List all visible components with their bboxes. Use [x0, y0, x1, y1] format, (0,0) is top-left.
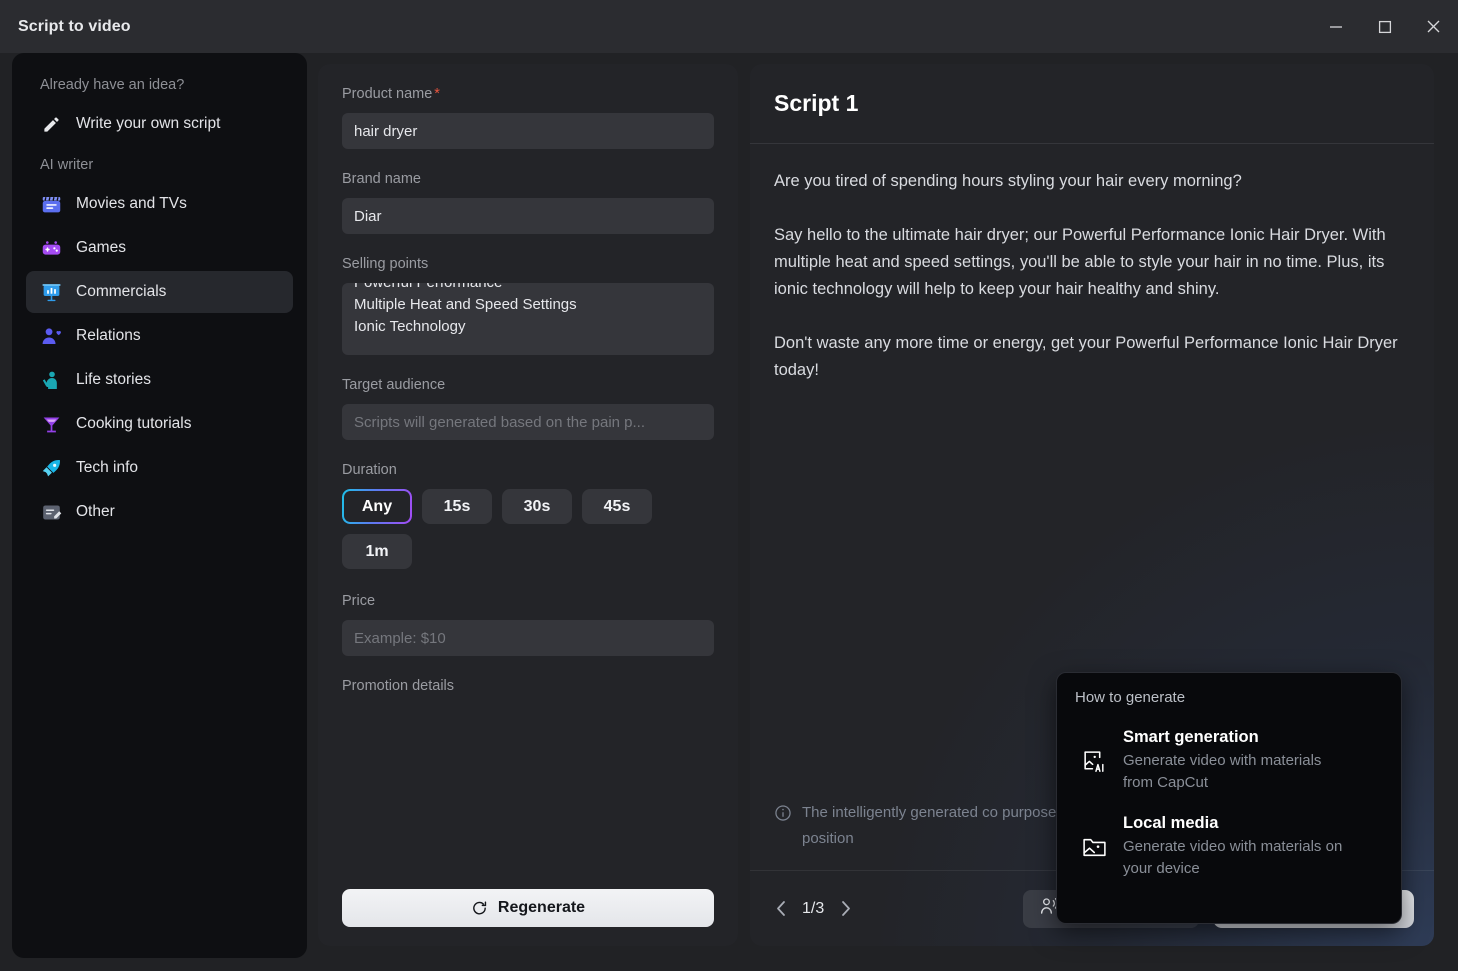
duration-label: Duration — [342, 462, 714, 478]
duration-option-1m[interactable]: 1m — [342, 534, 412, 569]
selling-point-line: Powerful Performance — [354, 283, 702, 294]
duration-options: Any 15s 30s 45s 1m — [342, 489, 714, 569]
sidebar-item-label: Cooking tutorials — [76, 415, 191, 433]
howto-option-text: Smart generation Generate video with mat… — [1123, 728, 1355, 794]
product-name-label-text: Product name — [342, 86, 432, 102]
selling-point-line: Multiple Heat and Speed Settings — [354, 294, 702, 316]
sidebar-item-label: Commercials — [76, 283, 166, 301]
sidebar-item-label: Life stories — [76, 371, 151, 389]
price-label: Price — [342, 593, 714, 609]
product-name-input[interactable]: hair dryer — [342, 113, 714, 149]
script-paragraph: Say hello to the ultimate hair dryer; ou… — [774, 222, 1410, 303]
script-paragraph: Are you tired of spending hours styling … — [774, 168, 1410, 195]
script-paragraph: Don't waste any more time or energy, get… — [774, 330, 1410, 384]
sidebar-item-games[interactable]: Games — [26, 227, 293, 269]
window-title: Script to video — [18, 18, 131, 36]
target-audience-input[interactable]: Scripts will generated based on the pain… — [342, 404, 714, 440]
sidebar-item-cooking-tutorials[interactable]: Cooking tutorials — [26, 403, 293, 445]
sidebar-item-write-your-own-script[interactable]: Write your own script — [26, 103, 293, 145]
gamepad-icon — [40, 237, 62, 259]
form-panel: Product name* hair dryer Brand name Diar… — [318, 64, 738, 946]
sidebar-item-label: Relations — [76, 327, 141, 345]
close-button[interactable] — [1409, 0, 1458, 53]
required-asterisk: * — [434, 86, 440, 102]
app-body: Already have an idea? Write your own scr… — [0, 53, 1458, 971]
script-title: Script 1 — [774, 90, 858, 117]
howto-option-smart-generation[interactable]: Smart generation Generate video with mat… — [1075, 722, 1383, 800]
next-page-button[interactable] — [834, 898, 856, 920]
howto-option-local-media[interactable]: Local media Generate video with material… — [1075, 808, 1383, 886]
window-controls — [1311, 0, 1458, 53]
duration-option-any[interactable]: Any — [342, 489, 412, 524]
duration-option-30s[interactable]: 30s — [502, 489, 572, 524]
page-indicator: 1/3 — [802, 900, 824, 918]
pencil-icon — [40, 113, 62, 135]
howto-option-desc: Generate video with materials from CapCu… — [1123, 750, 1355, 794]
sidebar-item-label: Movies and TVs — [76, 195, 187, 213]
howto-option-name: Smart generation — [1123, 728, 1355, 747]
sidebar-item-movies-and-tvs[interactable]: Movies and TVs — [26, 183, 293, 225]
sidebar-item-relations[interactable]: Relations — [26, 315, 293, 357]
duration-option-15s[interactable]: 15s — [422, 489, 492, 524]
person-wave-icon — [40, 369, 62, 391]
sidebar-item-label: Games — [76, 239, 126, 257]
selling-points-label: Selling points — [342, 256, 714, 272]
sidebar-group-label-ai-writer: AI writer — [26, 151, 293, 181]
how-to-generate-title: How to generate — [1075, 689, 1383, 706]
cocktail-icon — [40, 413, 62, 435]
maximize-button[interactable] — [1360, 0, 1409, 53]
price-input[interactable]: Example: $10 — [342, 620, 714, 656]
sidebar-item-life-stories[interactable]: Life stories — [26, 359, 293, 401]
image-ai-icon — [1079, 748, 1109, 775]
target-audience-label: Target audience — [342, 377, 714, 393]
duration-option-45s[interactable]: 45s — [582, 489, 652, 524]
script-header: Script 1 — [750, 64, 1434, 144]
sidebar-item-label: Other — [76, 503, 115, 521]
sidebar-item-label: Write your own script — [76, 115, 220, 133]
brand-name-label: Brand name — [342, 171, 714, 187]
window-titlebar: Script to video — [0, 0, 1458, 53]
minimize-button[interactable] — [1311, 0, 1360, 53]
sidebar-item-label: Tech info — [76, 459, 138, 477]
how-to-generate-popup: How to generate Smart generation Generat… — [1056, 672, 1402, 924]
person-heart-icon — [40, 325, 62, 347]
pagination: 1/3 — [770, 898, 856, 920]
refresh-icon — [471, 900, 488, 917]
sidebar-item-other[interactable]: Other — [26, 491, 293, 533]
howto-option-desc: Generate video with materials on your de… — [1123, 836, 1355, 880]
brand-name-input[interactable]: Diar — [342, 198, 714, 234]
selling-points-textarea[interactable]: Powerful Performance Multiple Heat and S… — [342, 283, 714, 355]
note-edit-icon — [40, 501, 62, 523]
sidebar-group-label-idea: Already have an idea? — [26, 71, 293, 101]
sidebar-item-tech-info[interactable]: Tech info — [26, 447, 293, 489]
sidebar-item-commercials[interactable]: Commercials — [26, 271, 293, 313]
prev-page-button[interactable] — [770, 898, 792, 920]
folder-image-icon — [1079, 834, 1109, 861]
howto-option-text: Local media Generate video with material… — [1123, 814, 1355, 880]
script-body[interactable]: Are you tired of spending hours styling … — [750, 144, 1434, 384]
product-name-label: Product name* — [342, 86, 714, 102]
promotion-details-label: Promotion details — [342, 678, 714, 694]
presentation-icon — [40, 281, 62, 303]
sidebar: Already have an idea? Write your own scr… — [12, 53, 307, 958]
regenerate-button-label: Regenerate — [498, 899, 585, 917]
selling-point-line: Ionic Technology — [354, 316, 702, 338]
info-icon — [774, 804, 792, 852]
regenerate-button[interactable]: Regenerate — [342, 889, 714, 927]
clapperboard-icon — [40, 193, 62, 215]
howto-option-name: Local media — [1123, 814, 1355, 833]
rocket-icon — [40, 457, 62, 479]
